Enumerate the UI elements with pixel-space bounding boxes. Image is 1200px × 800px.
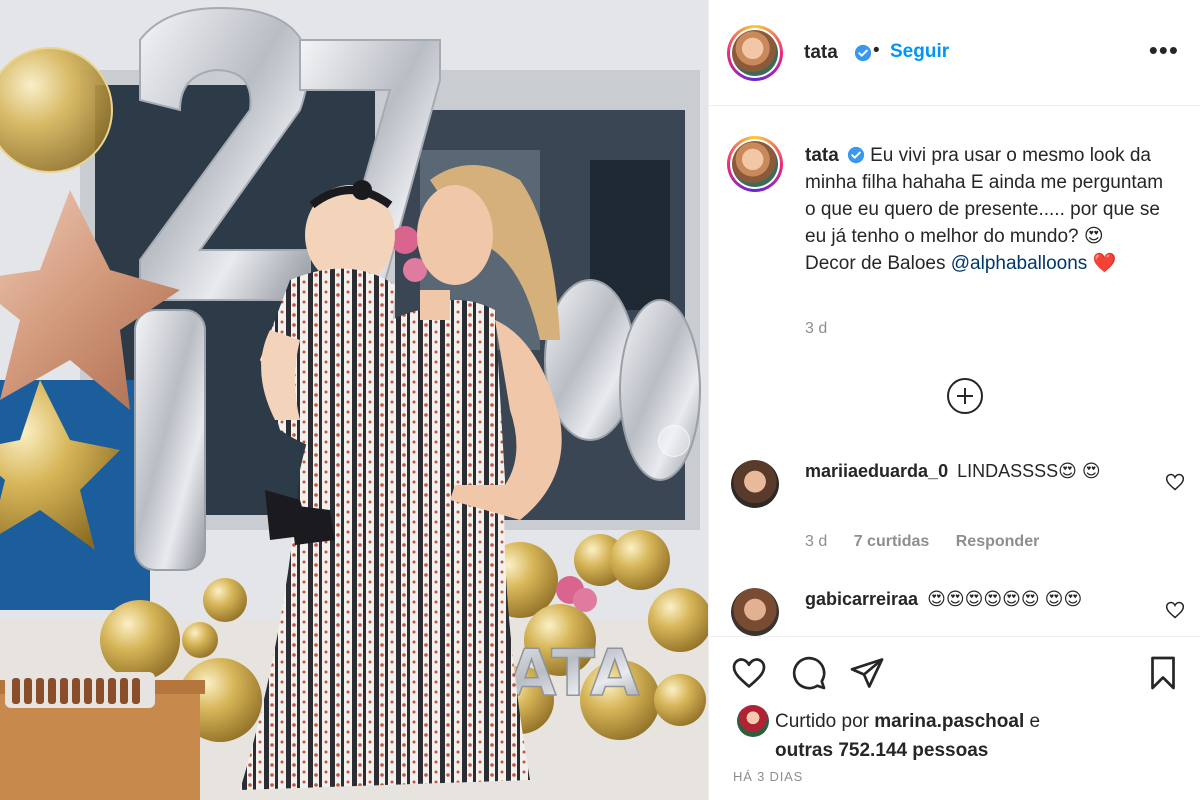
party-scene-illustration: TATA [0, 0, 708, 800]
comment-text: mariiaeduarda_0 LINDASSSS😍 😍 [805, 458, 1155, 485]
comment-meta: 3 d 7 curtidas Responder [805, 533, 1061, 551]
caption-text: tata Eu vivi pra usar o mesmo look da mi… [805, 142, 1175, 277]
commenter-username[interactable]: gabicarreiraa [805, 589, 918, 609]
liked-by-connector: e [1029, 711, 1041, 732]
commenter-avatar[interactable] [731, 460, 779, 508]
header-separator: • [873, 40, 880, 61]
comment-like-heart-icon[interactable] [1165, 600, 1185, 620]
comment-text: gabicarreiraa 😍😍😍😍😍😍 😍😍 [805, 586, 1155, 613]
plus-circle-icon[interactable] [947, 378, 983, 414]
comment-bubble-icon[interactable] [791, 655, 827, 691]
comment-item: gabicarreiraa 😍😍😍😍😍😍 😍😍 [709, 586, 1200, 636]
caption-avatar[interactable] [727, 136, 783, 192]
reply-button[interactable]: Responder [956, 533, 1040, 550]
carousel-next-indicator[interactable] [658, 425, 690, 457]
commenter-username[interactable]: mariiaeduarda_0 [805, 461, 948, 481]
commenter-avatar[interactable] [731, 588, 779, 636]
paper-plane-icon[interactable] [849, 655, 885, 691]
liked-by-user[interactable]: marina.paschoal [874, 711, 1024, 732]
caption-timestamp: 3 d [805, 320, 828, 337]
post-header: tata • Seguir ••• [709, 0, 1200, 106]
heart-icon[interactable] [731, 655, 767, 691]
bookmark-icon[interactable] [1145, 655, 1181, 691]
post-actions: Curtido por marina.paschoal e outras 752… [709, 636, 1200, 800]
more-options-icon[interactable]: ••• [1149, 37, 1179, 63]
comment-body: 😍😍😍😍😍😍 😍😍 [927, 589, 1083, 609]
liked-by-text: Curtido por marina.paschoal e outras 752… [775, 707, 1195, 765]
caption-username[interactable]: tata [805, 145, 839, 166]
verified-badge-icon [847, 146, 864, 164]
comment-like-heart-icon[interactable] [1165, 472, 1185, 492]
comment-likes-count[interactable]: 7 curtidas [854, 533, 930, 550]
post-date[interactable]: HÁ 3 DIAS [733, 769, 803, 784]
comment-body: LINDASSSS😍 😍 [957, 461, 1101, 481]
likes-count[interactable]: outras 752.144 pessoas [775, 740, 988, 761]
post-photo[interactable]: TATA [0, 0, 708, 800]
verified-badge-icon [854, 44, 872, 62]
follow-button[interactable]: Seguir [890, 41, 949, 63]
comment-timestamp: 3 d [805, 533, 828, 550]
author-avatar[interactable] [727, 25, 783, 81]
caption-decor-label: Decor de Baloes [805, 253, 946, 274]
red-heart-emoji: ❤️ [1092, 253, 1117, 274]
author-username[interactable]: tata [804, 42, 838, 64]
liked-by-prefix: Curtido por [775, 711, 869, 732]
post-side-panel: tata • Seguir ••• tata Eu vivi pra usar … [708, 0, 1200, 800]
liked-by-avatar[interactable] [737, 705, 769, 737]
caption-mention-link[interactable]: @alphaballoons [951, 253, 1088, 274]
